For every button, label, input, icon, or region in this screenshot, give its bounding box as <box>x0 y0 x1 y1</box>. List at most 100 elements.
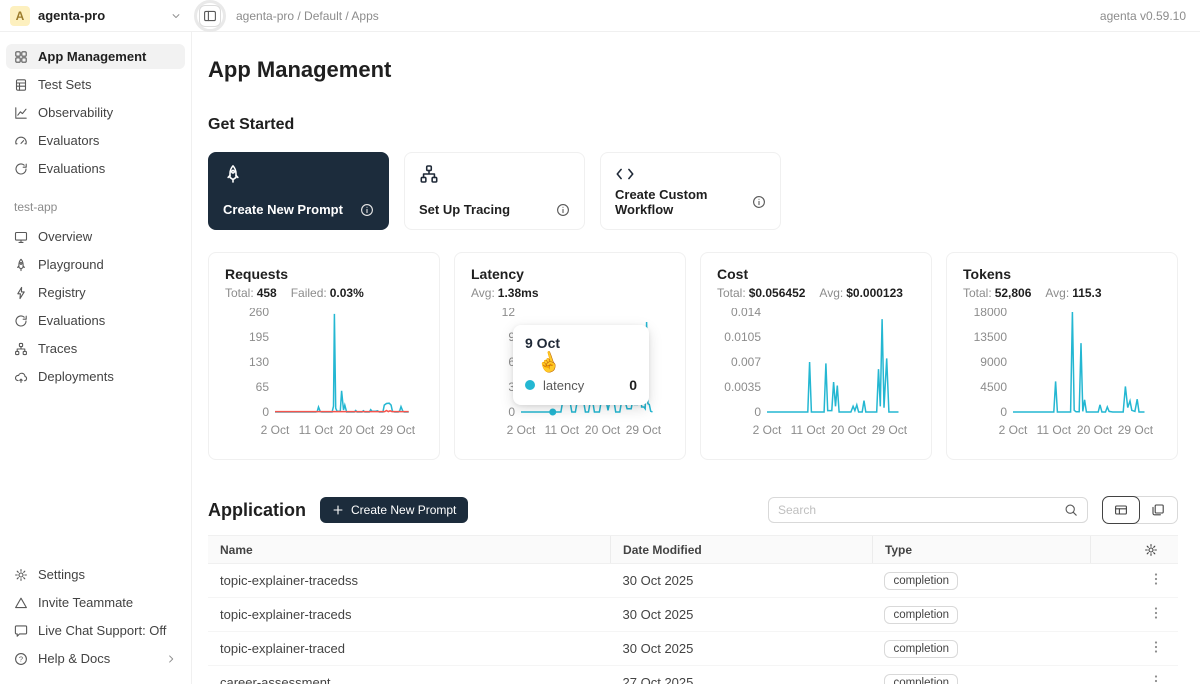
workspace-switcher[interactable]: A agenta-pro <box>0 0 192 31</box>
column-header-name[interactable]: Name <box>208 536 611 564</box>
table-row[interactable]: career-assessment27 Oct 2025completion <box>208 666 1178 684</box>
mouse-cursor-icon: ☝ <box>534 348 564 378</box>
sidebar-main-nav: App Management Test Sets Observability Eval… <box>6 44 185 184</box>
sidebar-item-overview[interactable]: Overview <box>6 224 185 249</box>
get-started-cards: Create New Prompt Set Up Tracing Create Cu… <box>208 152 1178 230</box>
date-modified: 30 Oct 2025 <box>623 573 694 588</box>
sidebar-item-test-sets[interactable]: Test Sets <box>6 72 185 97</box>
stat-value: $0.056452 <box>749 286 806 300</box>
eval-cycle-icon <box>14 314 28 328</box>
series-tokens <box>1013 312 1145 412</box>
app-name: topic-explainer-tracedss <box>220 573 358 588</box>
chart-card-tokens: TokensTotal:52,806Avg:115.30450090001350… <box>946 252 1178 460</box>
get-started-card-create-custom-workflow[interactable]: Create Custom Workflow <box>600 152 781 230</box>
svg-text:0: 0 <box>262 405 269 419</box>
get-started-card-set-up-tracing[interactable]: Set Up Tracing <box>404 152 585 230</box>
chevron-down-icon <box>170 10 182 22</box>
chart-stats: Total:$0.056452Avg:$0.000123 <box>717 286 915 300</box>
row-actions-button[interactable] <box>1146 674 1166 684</box>
sidebar-item-label: App Management <box>38 49 146 64</box>
table-row[interactable]: topic-explainer-traced30 Oct 2025complet… <box>208 632 1178 666</box>
sidebar-item-label: Observability <box>38 105 113 120</box>
sidebar-item-playground[interactable]: Playground <box>6 252 185 277</box>
svg-text:20 Oct: 20 Oct <box>1077 423 1113 437</box>
breadcrumb[interactable]: agenta-pro / Default / Apps <box>236 9 379 23</box>
sidebar-item-evaluators[interactable]: Evaluators <box>6 128 185 153</box>
svg-text:0.007: 0.007 <box>731 355 761 369</box>
triangle-icon <box>14 596 28 610</box>
workspace-name: agenta-pro <box>38 8 105 23</box>
row-actions-button[interactable] <box>1146 606 1166 623</box>
sidebar-section-label: test-app <box>6 184 185 224</box>
chart-line-icon <box>14 106 28 120</box>
svg-text:12: 12 <box>502 308 516 319</box>
stat-label: Total: <box>963 286 992 300</box>
bolt-icon <box>14 286 28 300</box>
sidebar-item-label: Invite Teammate <box>38 595 133 610</box>
svg-text:29 Oct: 29 Oct <box>872 423 908 437</box>
svg-text:11 Oct: 11 Oct <box>299 423 334 437</box>
get-started-heading: Get Started <box>208 116 1178 134</box>
table-view-button[interactable] <box>1102 496 1140 524</box>
svg-text:11 Oct: 11 Oct <box>545 423 580 437</box>
row-actions-button[interactable] <box>1146 572 1166 589</box>
svg-text:29 Oct: 29 Oct <box>380 423 416 437</box>
tooltip-series-name: latency <box>543 378 584 393</box>
column-header-date-modified[interactable]: Date Modified <box>611 536 873 564</box>
svg-text:20 Oct: 20 Oct <box>585 423 621 437</box>
sidebar-item-registry[interactable]: Registry <box>6 280 185 305</box>
code-icon <box>615 164 766 184</box>
column-settings-gear-icon[interactable] <box>1144 543 1158 557</box>
svg-text:2 Oct: 2 Oct <box>261 423 290 437</box>
info-icon[interactable] <box>556 203 570 217</box>
sidebar-item-app-management[interactable]: App Management <box>6 44 185 69</box>
info-icon[interactable] <box>752 195 766 209</box>
type-badge: completion <box>884 674 958 684</box>
application-heading: Application <box>208 500 306 521</box>
svg-text:260: 260 <box>249 308 269 319</box>
search-icon[interactable] <box>1064 503 1078 517</box>
card-view-button[interactable] <box>1139 497 1177 523</box>
create-new-prompt-button[interactable]: Create New Prompt <box>320 497 468 523</box>
tooltip-date: 9 Oct <box>525 335 637 351</box>
sidebar-item-settings[interactable]: Settings <box>6 562 185 587</box>
get-started-card-label: Set Up Tracing <box>419 202 510 217</box>
row-actions-button[interactable] <box>1146 640 1166 657</box>
hover-point-marker <box>549 409 556 416</box>
date-modified: 30 Oct 2025 <box>623 607 694 622</box>
svg-text:?: ? <box>19 654 23 663</box>
table-header-row: Name Date Modified Type <box>208 536 1178 564</box>
stat-value: $0.000123 <box>846 286 903 300</box>
search-input[interactable] <box>778 503 1056 517</box>
get-started-card-create-new-prompt[interactable]: Create New Prompt <box>208 152 389 230</box>
column-header-type[interactable]: Type <box>872 536 1090 564</box>
cloud-icon <box>14 370 28 384</box>
sidebar-footer-nav: Settings Invite Teammate Live Chat Support… <box>6 562 185 674</box>
sidebar-item-evaluations[interactable]: Evaluations <box>6 308 185 333</box>
plus-icon <box>332 504 344 516</box>
sidebar-item-traces[interactable]: Traces <box>6 336 185 361</box>
info-icon[interactable] <box>360 203 374 217</box>
sidebar-item-deployments[interactable]: Deployments <box>6 364 185 389</box>
sidebar-item-label: Evaluators <box>38 133 99 148</box>
sidebar-item-live-chat-support-off[interactable]: Live Chat Support: Off <box>6 618 185 643</box>
tooltip-series-dot <box>525 380 535 390</box>
sidebar-collapse-button[interactable] <box>199 5 221 27</box>
monitor-icon <box>14 230 28 244</box>
chart-stats: Total:52,806Avg:115.3 <box>963 286 1161 300</box>
sidebar-item-observability[interactable]: Observability <box>6 100 185 125</box>
table-row[interactable]: topic-explainer-tracedss30 Oct 2025compl… <box>208 564 1178 598</box>
chart-title: Latency <box>471 266 669 282</box>
sidebar-item-evaluations[interactable]: Evaluations <box>6 156 185 181</box>
application-header: Application Create New Prompt <box>208 496 1178 524</box>
table-row[interactable]: topic-explainer-traceds30 Oct 2025comple… <box>208 598 1178 632</box>
chart-title: Cost <box>717 266 915 282</box>
column-header-actions <box>1091 536 1178 564</box>
tooltip-series-value: 0 <box>629 377 637 393</box>
sidebar-item-invite-teammate[interactable]: Invite Teammate <box>6 590 185 615</box>
tree-icon <box>419 164 570 184</box>
sidebar-item-label: Live Chat Support: Off <box>38 623 166 638</box>
gear-icon <box>14 568 28 582</box>
stat-label: Total: <box>225 286 254 300</box>
sidebar-item-help-docs[interactable]: ?Help & Docs <box>6 646 185 671</box>
